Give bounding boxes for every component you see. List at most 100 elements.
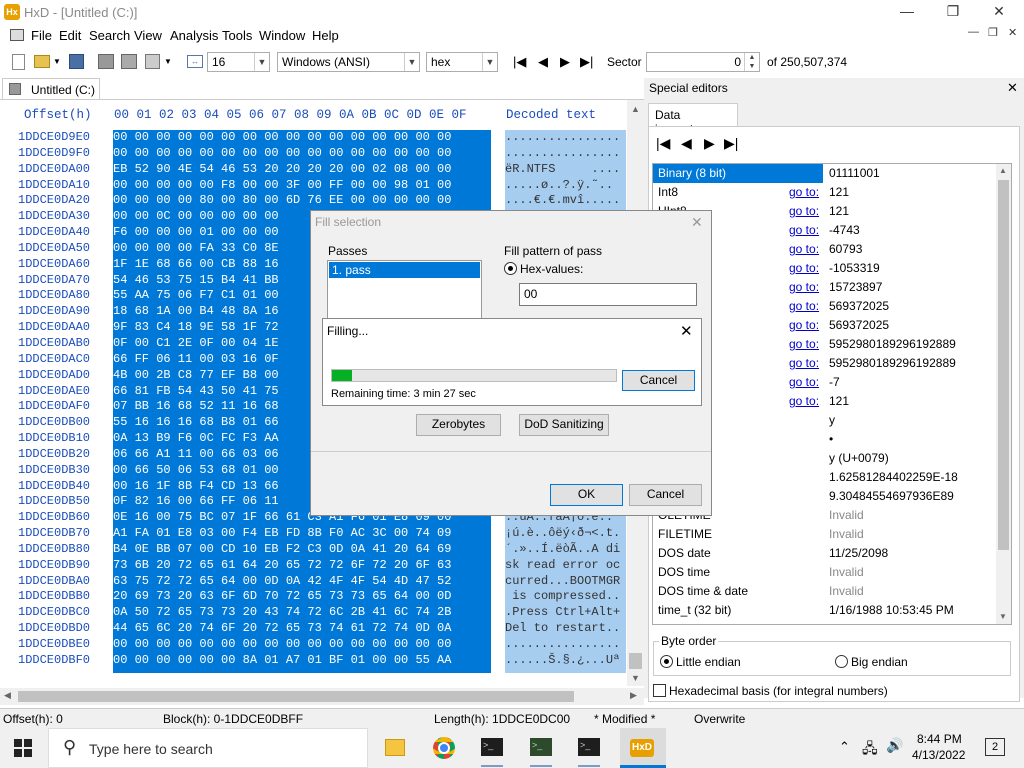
- display-mode-select[interactable]: hex ▼: [426, 52, 498, 72]
- little-endian-radio[interactable]: [660, 655, 673, 668]
- goto-link[interactable]: go to:: [789, 242, 819, 256]
- volume-icon[interactable]: 🔊: [886, 737, 903, 754]
- inspector-last-icon[interactable]: ▶|: [724, 135, 738, 152]
- hex-values-input[interactable]: 00: [519, 283, 697, 306]
- spin-icon[interactable]: ▲ ▼: [744, 53, 759, 71]
- scroll-down-icon[interactable]: ▼: [631, 673, 640, 683]
- bytes-per-row-value: 16: [212, 55, 226, 69]
- menu-tools[interactable]: Tools: [222, 28, 252, 43]
- clock-date[interactable]: 4/13/2022: [912, 748, 965, 762]
- tab-untitled[interactable]: Untitled (C:): [2, 78, 100, 100]
- scroll-right-icon[interactable]: ▶: [630, 690, 637, 701]
- mdi-restore-icon[interactable]: ❐: [988, 26, 998, 39]
- passes-list[interactable]: 1. pass: [327, 260, 482, 322]
- dod-sanitizing-button[interactable]: DoD Sanitizing: [519, 414, 609, 436]
- menu-window[interactable]: Window: [259, 28, 305, 43]
- goto-link[interactable]: go to:: [789, 356, 819, 370]
- cmd-icon[interactable]: >_: [481, 738, 503, 756]
- copy-icon[interactable]: [121, 54, 137, 69]
- notification-icon[interactable]: 2: [985, 738, 1005, 756]
- next-sector-icon[interactable]: ▶: [560, 54, 570, 70]
- hxd-taskbar-button[interactable]: HxD: [620, 728, 666, 768]
- charset-select[interactable]: Windows (ANSI) ▼: [277, 52, 420, 72]
- goto-link[interactable]: go to:: [789, 299, 819, 313]
- open-dropdown-icon[interactable]: ▼: [53, 57, 61, 66]
- zerobytes-button[interactable]: Zerobytes: [416, 414, 501, 436]
- display-mode-value: hex: [431, 55, 451, 69]
- hex-basis-checkbox[interactable]: [653, 684, 666, 697]
- goto-link[interactable]: go to:: [789, 261, 819, 275]
- menu-edit[interactable]: Edit: [59, 28, 81, 43]
- scroll-thumb[interactable]: [629, 653, 642, 669]
- goto-link[interactable]: go to:: [789, 318, 819, 332]
- goto-link[interactable]: go to:: [789, 223, 819, 237]
- inspector-row[interactable]: time_t (64 bit) Invalid: [653, 620, 995, 624]
- cancel-button[interactable]: Cancel: [629, 484, 702, 506]
- ok-button[interactable]: OK: [550, 484, 623, 506]
- inspector-row[interactable]: Int8 go to: 121: [653, 183, 995, 202]
- first-sector-icon[interactable]: |◀: [513, 54, 526, 70]
- clock-time[interactable]: 8:44 PM: [917, 732, 962, 746]
- panel-close-icon[interactable]: ✕: [1007, 80, 1018, 96]
- inspector-row[interactable]: DOS time Invalid: [653, 563, 995, 582]
- paste-dropdown-icon[interactable]: ▼: [164, 57, 172, 66]
- scroll-down-icon[interactable]: ▼: [999, 612, 1007, 621]
- horizontal-scrollbar[interactable]: ◀ ▶: [0, 688, 644, 705]
- sector-input[interactable]: 0 ▲ ▼: [646, 52, 760, 72]
- hex-values-radio[interactable]: [504, 262, 517, 275]
- tab-data-inspector[interactable]: Data inspector: [648, 103, 738, 136]
- last-sector-icon[interactable]: ▶|: [580, 54, 593, 70]
- menu-search[interactable]: Search: [89, 28, 130, 43]
- menu-analysis[interactable]: Analysis: [170, 28, 218, 43]
- inspector-prev-icon[interactable]: ◀: [681, 135, 692, 152]
- terminal-icon[interactable]: >_: [530, 738, 552, 756]
- hscroll-thumb[interactable]: [18, 691, 574, 702]
- chevron-up-icon[interactable]: ⌃: [839, 739, 850, 755]
- goto-link[interactable]: go to:: [789, 185, 819, 199]
- scroll-thumb[interactable]: [998, 180, 1009, 550]
- file-explorer-icon[interactable]: [385, 739, 405, 756]
- open-folder-icon[interactable]: [34, 55, 50, 68]
- filling-cancel-button[interactable]: Cancel: [622, 370, 695, 391]
- goto-link[interactable]: go to:: [789, 204, 819, 218]
- cmd-icon[interactable]: >_: [578, 738, 600, 756]
- chrome-icon[interactable]: [433, 737, 455, 759]
- save-icon[interactable]: [69, 54, 84, 69]
- menu-file[interactable]: File: [31, 28, 52, 43]
- close-icon[interactable]: ✕: [976, 0, 1022, 24]
- inspector-row[interactable]: DOS date 11/25/2098: [653, 544, 995, 563]
- inspector-row[interactable]: FILETIME Invalid: [653, 525, 995, 544]
- bytes-per-row-select[interactable]: 16 ▼: [207, 52, 270, 72]
- decoded-row: ................: [505, 130, 621, 144]
- inspector-next-icon[interactable]: ▶: [704, 135, 715, 152]
- inspector-first-icon[interactable]: |◀: [656, 135, 670, 152]
- start-icon[interactable]: [14, 739, 32, 757]
- goto-link[interactable]: go to:: [789, 337, 819, 351]
- dialog-close-icon[interactable]: ✕: [691, 214, 703, 231]
- goto-link[interactable]: go to:: [789, 280, 819, 294]
- filling-close-icon[interactable]: ✕: [680, 322, 693, 340]
- inspector-scrollbar[interactable]: ▲ ▼: [996, 164, 1011, 624]
- menu-help[interactable]: Help: [312, 28, 339, 43]
- menu-view[interactable]: View: [134, 28, 162, 43]
- big-endian-radio[interactable]: [835, 655, 848, 668]
- goto-link[interactable]: go to:: [789, 375, 819, 389]
- paste-icon[interactable]: [145, 54, 160, 69]
- cut-icon[interactable]: [98, 54, 114, 69]
- mdi-close-icon[interactable]: ✕: [1008, 26, 1017, 39]
- taskbar-search[interactable]: ⚲ Type here to search: [48, 728, 368, 768]
- goto-link[interactable]: go to:: [789, 394, 819, 408]
- inspector-row[interactable]: DOS time & date Invalid: [653, 582, 995, 601]
- new-file-icon[interactable]: [12, 54, 25, 70]
- minimize-icon[interactable]: —: [884, 0, 930, 24]
- prev-sector-icon[interactable]: ◀: [538, 54, 548, 70]
- scroll-left-icon[interactable]: ◀: [4, 690, 11, 701]
- mdi-minimize-icon[interactable]: —: [968, 26, 979, 38]
- inspector-row[interactable]: Binary (8 bit) 01111001: [653, 164, 995, 183]
- scroll-up-icon[interactable]: ▲: [631, 104, 640, 114]
- scroll-up-icon[interactable]: ▲: [999, 166, 1007, 175]
- inspector-row[interactable]: time_t (32 bit) 1/16/1988 10:53:45 PM: [653, 601, 995, 620]
- pass-item[interactable]: 1. pass: [329, 262, 480, 278]
- network-icon[interactable]: 🖧: [862, 738, 878, 762]
- maximize-icon[interactable]: ❐: [930, 0, 976, 24]
